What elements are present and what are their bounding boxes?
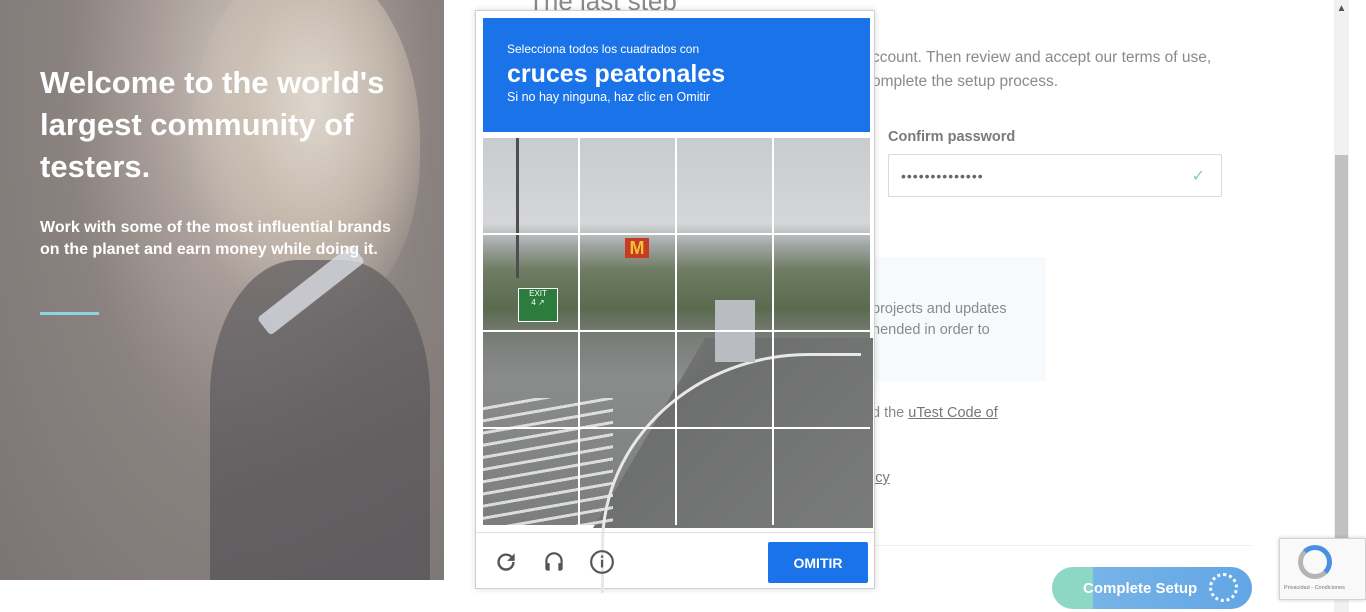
reload-icon[interactable] bbox=[492, 549, 520, 577]
recaptcha-logo-icon bbox=[1298, 545, 1332, 579]
grid-tile[interactable] bbox=[774, 429, 870, 525]
hero-subtitle: Work with some of the most influential b… bbox=[40, 219, 391, 258]
code-of-conduct-link[interactable]: uTest Code of bbox=[908, 405, 997, 421]
captcha-header: Selecciona todos los cuadrados con cruce… bbox=[483, 18, 870, 132]
hero-photo-body bbox=[210, 260, 430, 580]
confirm-password-field[interactable]: •••••••••••••• ✓ bbox=[888, 154, 1222, 197]
grid-tile[interactable] bbox=[677, 235, 772, 330]
grid-tile[interactable] bbox=[483, 138, 578, 233]
recaptcha-terms: Privacidad - Condiciones bbox=[1284, 585, 1345, 591]
code-of-conduct-text: d the uTest Code of bbox=[872, 405, 998, 421]
info-text: projects and updates nended in order to bbox=[872, 301, 1007, 338]
grid-tile[interactable] bbox=[677, 332, 772, 427]
complete-setup-label: Complete Setup bbox=[1083, 580, 1198, 597]
captcha-instruction-skip: Si no hay ninguna, haz clic en Omitir bbox=[507, 90, 710, 104]
grid-tile[interactable] bbox=[774, 332, 870, 427]
grid-tile[interactable] bbox=[483, 429, 578, 525]
captcha-target: cruces peatonales bbox=[507, 60, 726, 88]
grid-tile[interactable] bbox=[483, 235, 578, 330]
intro-text: ccount. Then review and accept our terms… bbox=[872, 49, 1212, 90]
confirm-password-label: Confirm password bbox=[888, 129, 1016, 145]
hero-accent-line bbox=[40, 312, 99, 315]
grid-tile[interactable] bbox=[677, 138, 772, 233]
scroll-up-arrow-icon[interactable]: ▲ bbox=[1334, 0, 1349, 17]
grid-tile[interactable] bbox=[774, 235, 870, 330]
grid-tile[interactable] bbox=[580, 235, 675, 330]
grid-tile[interactable] bbox=[774, 138, 870, 233]
grid-tile[interactable] bbox=[580, 138, 675, 233]
grid-tile[interactable] bbox=[580, 429, 675, 525]
code-prefix: d the bbox=[872, 405, 909, 421]
loading-spinner-icon bbox=[1209, 573, 1238, 602]
confirm-password-value: •••••••••••••• bbox=[901, 168, 984, 184]
hero-title: Welcome to the world's largest community… bbox=[40, 65, 385, 184]
scrollbar-thumb[interactable] bbox=[1335, 155, 1348, 540]
check-icon: ✓ bbox=[1191, 168, 1205, 185]
captcha-challenge: Selecciona todos los cuadrados con cruce… bbox=[475, 10, 875, 593]
captcha-footer-divider bbox=[476, 532, 874, 533]
hero-panel: Welcome to the world's largest community… bbox=[0, 0, 444, 580]
grid-tile[interactable] bbox=[483, 332, 578, 427]
recaptcha-badge[interactable]: Privacidad - Condiciones bbox=[1279, 538, 1366, 600]
captcha-image-grid: M EXIT 4 ↗ bbox=[483, 138, 873, 593]
complete-setup-button[interactable]: Complete Setup bbox=[1052, 567, 1252, 609]
grid-tile[interactable] bbox=[580, 332, 675, 427]
captcha-instruction: Selecciona todos los cuadrados con bbox=[507, 42, 700, 56]
grid-tile[interactable] bbox=[677, 429, 772, 525]
form-divider bbox=[872, 545, 1252, 546]
audio-icon[interactable] bbox=[540, 549, 568, 577]
skip-button[interactable]: OMITIR bbox=[768, 542, 868, 583]
page: Welcome to the world's largest community… bbox=[0, 0, 1366, 612]
info-icon[interactable] bbox=[588, 549, 616, 577]
